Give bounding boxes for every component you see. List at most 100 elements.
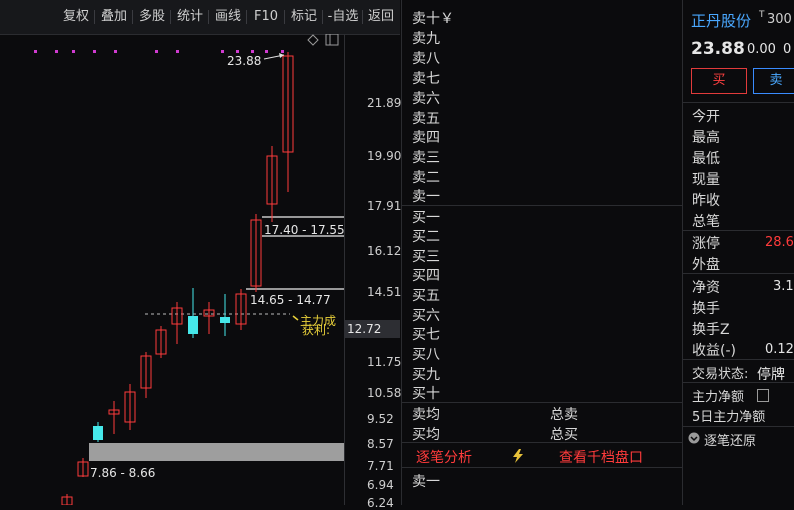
eps-value: 0.12 <box>765 342 794 357</box>
y-tick: 17.91 <box>367 199 402 213</box>
sell-level-8[interactable]: 卖八 <box>412 48 440 68</box>
buy-level-10[interactable]: 买十 <box>412 383 440 403</box>
ma-dots <box>34 50 284 53</box>
toolbar-remove-watchlist-button[interactable]: -自选 <box>322 6 362 28</box>
buy-level-3[interactable]: 买三 <box>412 246 440 266</box>
five-day-main-net-label: 5日主力净额 <box>692 410 766 425</box>
trade-status-value: 停牌 <box>757 367 785 383</box>
y-tick: 14.51 <box>367 285 402 299</box>
y-tick: 19.90 <box>367 149 402 163</box>
divider <box>683 359 794 360</box>
sell-level-1[interactable]: 卖一 <box>412 186 440 206</box>
toolbar-overlay-button[interactable]: 叠加 <box>94 6 132 28</box>
toolbar-back-button[interactable]: 返回 <box>362 6 398 28</box>
quote-panel: 正丹股份 T 300 23.88 0.00 0 买 卖 今开 最高 最低 现量 … <box>682 0 794 505</box>
bottom-sell-1: 卖一 <box>412 474 440 490</box>
y-tick: 6.24 <box>367 496 394 510</box>
buy-level-4[interactable]: 买四 <box>412 265 440 285</box>
stock-badge: T <box>759 10 765 20</box>
range-label-low: 7.86 - 8.66 <box>90 466 155 480</box>
chart-toolbar: 复权 叠加 多股 统计 画线 F10 标记 -自选 返回 <box>0 0 400 35</box>
net-assets-label: 净资 <box>692 280 720 296</box>
buy-level-1[interactable]: 买一 <box>412 207 440 227</box>
diamond-icon[interactable] <box>307 34 319 46</box>
outer-volume-label: 外盘 <box>692 257 720 273</box>
divider <box>683 426 794 427</box>
tick-restore-label[interactable]: 逐笔还原 <box>704 430 756 449</box>
total-sell-label: 总卖 <box>550 407 578 423</box>
sell-level-10[interactable]: 卖十￥ <box>412 8 454 28</box>
panel-toggle-icon[interactable] <box>325 34 339 46</box>
y-tick: 11.75 <box>367 355 402 369</box>
divider <box>683 102 794 103</box>
divider <box>683 230 794 231</box>
buy-avg-label: 买均 <box>412 427 440 443</box>
turnover-z-label: 换手Z <box>692 322 730 338</box>
buy-button[interactable]: 买 <box>691 68 747 94</box>
range-box-low <box>89 443 344 461</box>
trade-status-label: 交易状态: <box>692 367 749 382</box>
annotation-arrow <box>292 315 299 321</box>
price-axis: 21.89 19.90 17.91 16.12 14.51 11.75 10.5… <box>344 34 402 510</box>
limit-up-label: 涨停 <box>692 236 720 252</box>
high-price-label: 23.88 <box>227 54 261 68</box>
sell-level-7[interactable]: 卖七 <box>412 68 440 88</box>
y-tick: 16.12 <box>367 244 402 258</box>
sell-level-5[interactable]: 卖五 <box>412 108 440 128</box>
divider <box>402 467 683 468</box>
y-tick: 9.52 <box>367 412 394 426</box>
range-label-mid: 14.65 - 14.77 <box>250 293 331 307</box>
net-assets-value: 3.1 <box>773 279 794 294</box>
open-label: 今开 <box>692 109 720 125</box>
buy-level-5[interactable]: 买五 <box>412 285 440 305</box>
document-icon[interactable] <box>757 389 769 402</box>
candlestick-chart[interactable]: 23.88 17.40 - 17.55 14.65 - 14.77 7.86 -… <box>0 34 344 505</box>
toolbar-fuquan-button[interactable]: 复权 <box>58 6 94 28</box>
total-buy-label: 总买 <box>550 427 578 443</box>
divider <box>683 382 794 383</box>
sell-level-3[interactable]: 卖三 <box>412 147 440 167</box>
candles <box>61 52 294 505</box>
buy-level-8[interactable]: 买八 <box>412 344 440 364</box>
price-change-pct: 0 <box>783 42 792 57</box>
buy-level-6[interactable]: 买六 <box>412 305 440 325</box>
toolbar-mark-button[interactable]: 标记 <box>284 6 322 28</box>
y-tick: 8.57 <box>367 437 394 451</box>
total-trades-label: 总笔 <box>692 214 720 230</box>
current-price-tag: 12.72 <box>344 320 400 338</box>
sell-avg-label: 卖均 <box>412 407 440 423</box>
toolbar-stats-button[interactable]: 统计 <box>170 6 208 28</box>
annotation-profit: 获利: <box>302 323 330 337</box>
sell-level-2[interactable]: 卖二 <box>412 167 440 187</box>
stock-price: 23.88 <box>691 39 745 59</box>
limit-up-value: 28.6 <box>765 235 794 250</box>
y-tick: 7.71 <box>367 459 394 473</box>
toolbar-multistock-button[interactable]: 多股 <box>132 6 170 28</box>
sell-button[interactable]: 卖 <box>753 68 794 94</box>
chevron-down-icon[interactable] <box>688 432 700 444</box>
range-label-high: 17.40 - 17.55 <box>264 223 344 237</box>
buy-level-2[interactable]: 买二 <box>412 226 440 246</box>
toolbar-draw-button[interactable]: 画线 <box>208 6 246 28</box>
stock-code: 300 <box>767 12 792 27</box>
divider <box>402 442 683 443</box>
sell-level-9[interactable]: 卖九 <box>412 28 440 48</box>
toolbar-f10-button[interactable]: F10 <box>246 6 284 28</box>
eps-label: 收益(-) <box>692 343 736 359</box>
buy-level-9[interactable]: 买九 <box>412 364 440 384</box>
divider <box>402 205 683 206</box>
divider <box>683 273 794 274</box>
tick-analysis-link[interactable]: 逐笔分析 <box>416 447 472 467</box>
volume-label: 现量 <box>692 172 720 188</box>
buy-level-7[interactable]: 买七 <box>412 324 440 344</box>
stock-name[interactable]: 正丹股份 <box>691 10 751 31</box>
price-change: 0.00 <box>747 42 776 57</box>
sell-level-4[interactable]: 卖四 <box>412 127 440 147</box>
sell-level-6[interactable]: 卖六 <box>412 88 440 108</box>
lightning-icon <box>513 449 523 463</box>
high-label: 最高 <box>692 130 720 146</box>
view-thousand-depth-link[interactable]: 查看千档盘口 <box>559 447 643 467</box>
y-tick: 6.94 <box>367 478 394 492</box>
turnover-label: 换手 <box>692 301 720 317</box>
y-tick: 10.58 <box>367 386 402 400</box>
